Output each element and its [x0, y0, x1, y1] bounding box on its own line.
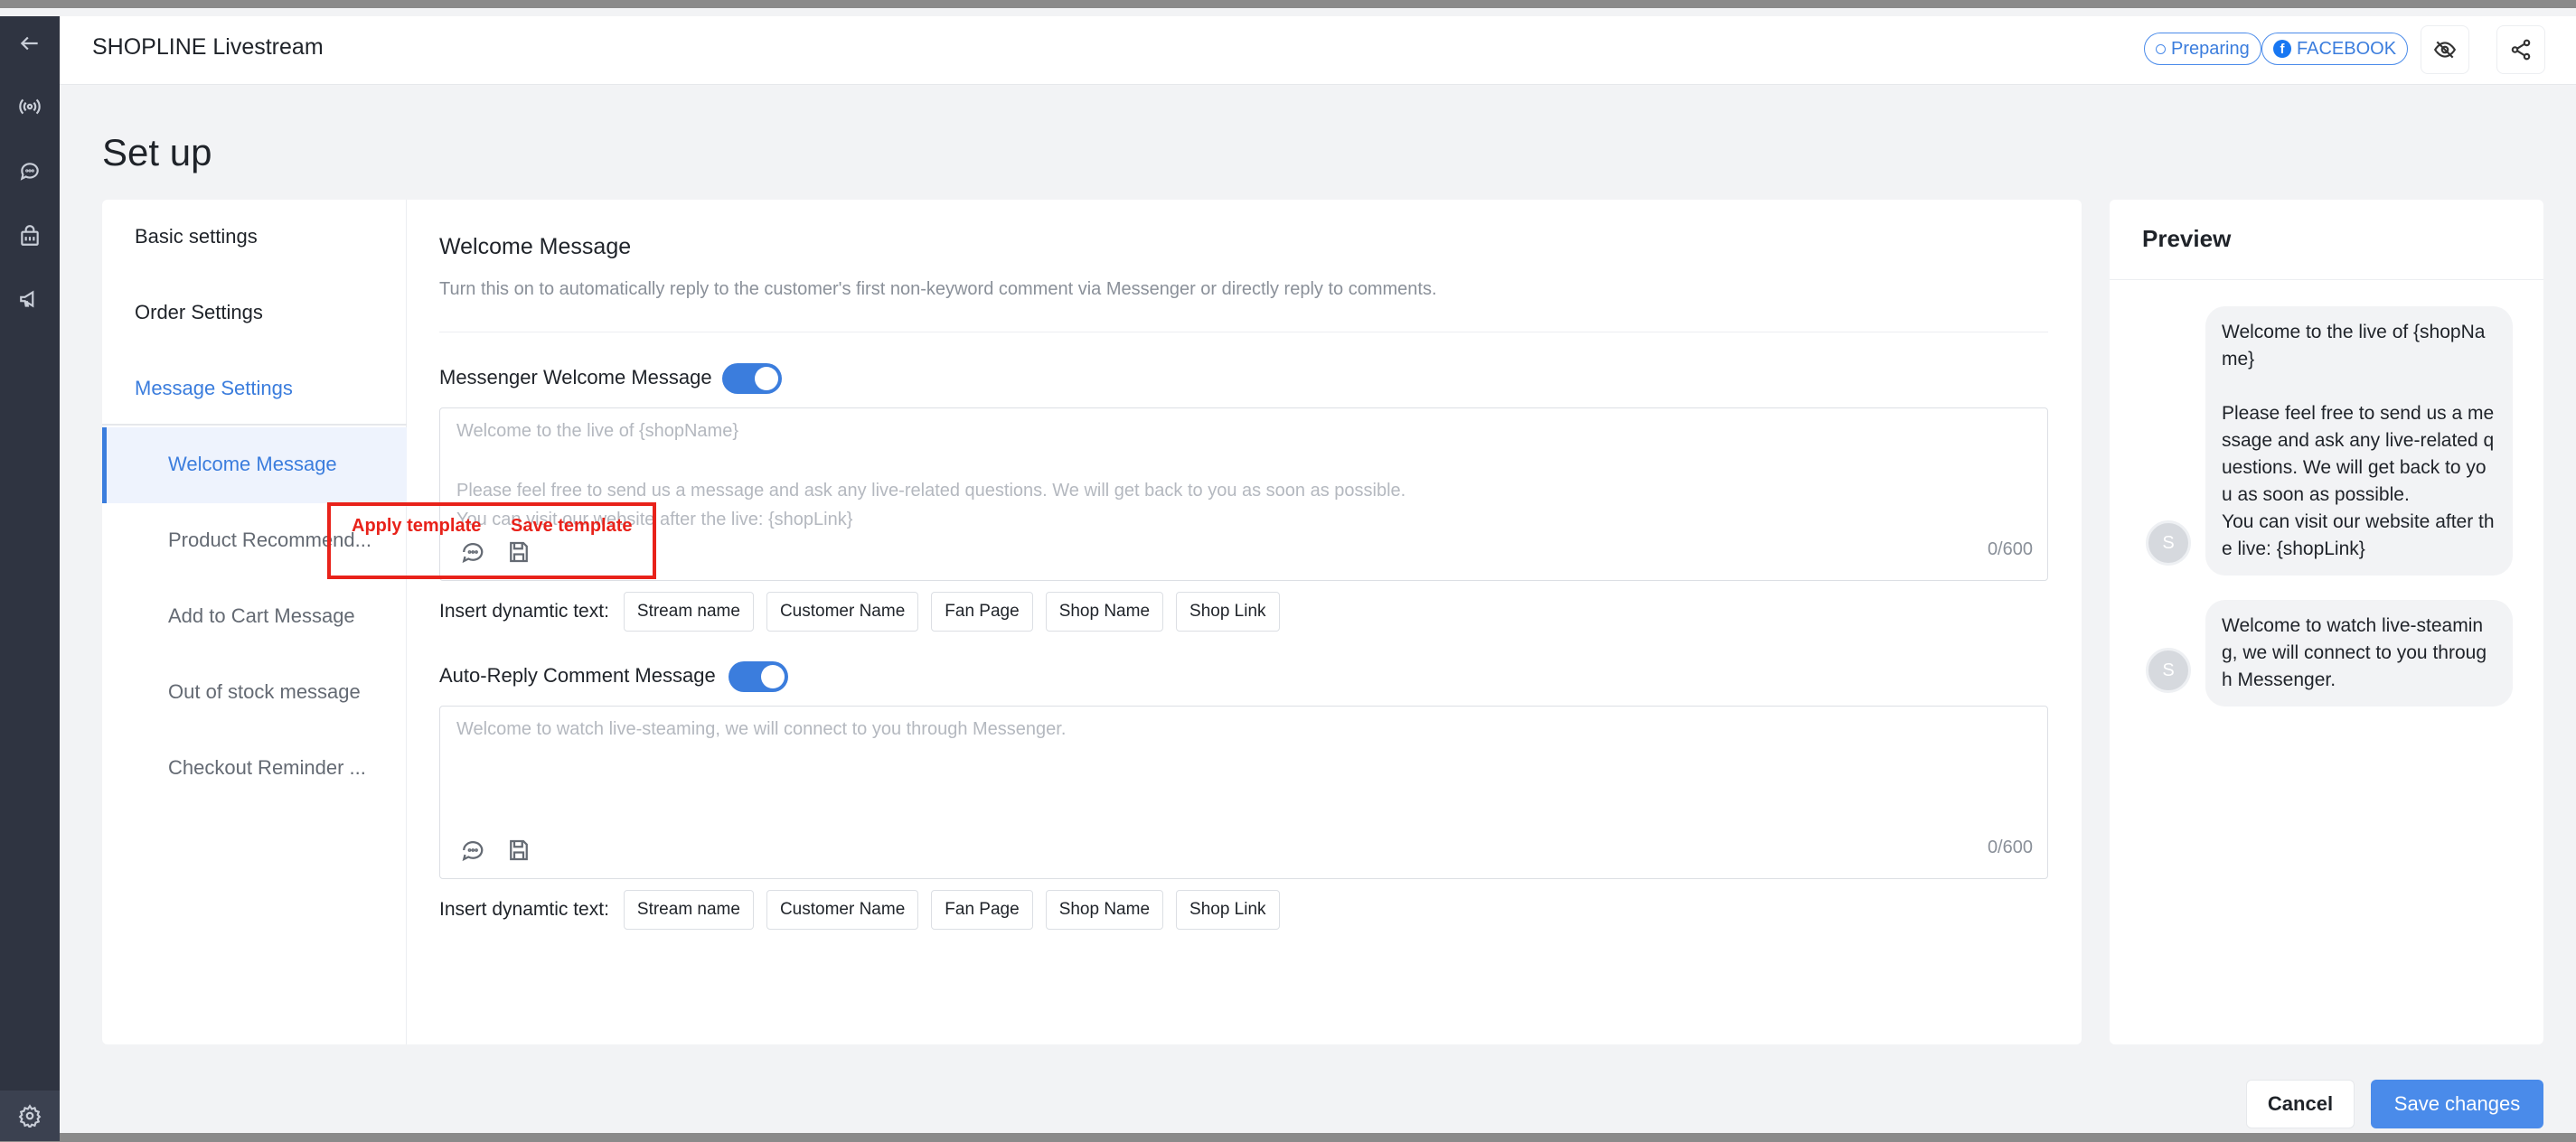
save-template-icon[interactable]	[503, 835, 534, 866]
settings-card: Basic settings Order Settings Message Se…	[102, 200, 2082, 1044]
preview-card: Preview S Welcome to the live of {shopNa…	[2110, 200, 2543, 1044]
auto-reply-textarea[interactable]: Welcome to watch live-steaming, we will …	[439, 706, 2048, 879]
annotation-apply-template: Apply template	[352, 516, 482, 536]
chat-icon[interactable]	[8, 149, 52, 192]
nav-item-message-settings[interactable]: Message Settings	[135, 377, 293, 400]
auto-reply-char-count: 0/600	[1987, 838, 2033, 857]
back-arrow-icon[interactable]	[8, 22, 52, 65]
eye-off-icon	[2433, 41, 2457, 59]
preview-bubble-auto-reply: Welcome to watch live-steaming, we will …	[2205, 600, 2513, 707]
platform-badge: f FACEBOOK	[2261, 33, 2409, 65]
messenger-welcome-toggle[interactable]	[722, 363, 782, 394]
top-bar: SHOPLINE Livestream Preparing f FACEBOOK	[60, 16, 2576, 85]
section-title: Welcome Message	[439, 234, 632, 259]
chip-customer-name[interactable]: Customer Name	[766, 592, 919, 632]
nav-sub-welcome-message[interactable]: Welcome Message	[168, 453, 385, 476]
chip-fan-page[interactable]: Fan Page	[931, 592, 1033, 632]
annotation-save-template: Save template	[511, 516, 633, 536]
chip-shop-name[interactable]: Shop Name	[1045, 890, 1164, 930]
save-changes-button[interactable]: Save changes	[2371, 1080, 2543, 1128]
share-icon	[2511, 39, 2531, 61]
left-rail	[0, 16, 60, 1141]
auto-reply-insert-row: Insert dynamtic text: Stream name Custom…	[439, 890, 1280, 930]
gear-icon[interactable]	[0, 1091, 60, 1141]
status-badge: Preparing	[2144, 33, 2261, 65]
settings-nav: Basic settings Order Settings Message Se…	[102, 200, 407, 1044]
messenger-insert-row: Insert dynamtic text: Stream name Custom…	[439, 592, 1280, 632]
messenger-welcome-label: Messenger Welcome Message	[439, 366, 712, 388]
nav-item-basic-settings[interactable]: Basic settings	[135, 225, 258, 248]
share-button[interactable]	[2496, 25, 2545, 74]
chip-stream-name[interactable]: Stream name	[623, 592, 754, 632]
cancel-button[interactable]: Cancel	[2246, 1080, 2355, 1128]
app-title: SHOPLINE Livestream	[92, 34, 324, 60]
auto-reply-label: Auto-Reply Comment Message	[439, 664, 716, 687]
nav-sub-out-of-stock[interactable]: Out of stock message	[168, 680, 385, 704]
chip-fan-page[interactable]: Fan Page	[931, 890, 1033, 930]
preview-divider	[2110, 279, 2543, 280]
messenger-placeholder-line1: Welcome to the live of {shopName}	[456, 421, 739, 441]
nav-item-order-settings[interactable]: Order Settings	[135, 301, 263, 324]
insert-dynamic-label: Insert dynamtic text:	[439, 899, 609, 920]
auto-reply-placeholder: Welcome to watch live-steaming, we will …	[456, 719, 1067, 739]
app-window: SHOPLINE Livestream Preparing f FACEBOOK…	[0, 0, 2576, 1142]
apply-template-icon[interactable]	[456, 835, 487, 866]
chip-shop-link[interactable]: Shop Link	[1176, 592, 1280, 632]
preview-title: Preview	[2142, 225, 2232, 252]
messenger-welcome-textarea[interactable]: Welcome to the live of {shopName} Please…	[439, 407, 2048, 581]
chip-stream-name[interactable]: Stream name	[623, 890, 754, 930]
avatar: S	[2146, 648, 2191, 693]
preview-bubble-messenger: Welcome to the live of {shopName} Please…	[2205, 306, 2513, 576]
annotation-box	[327, 502, 656, 579]
nav-sub-add-to-cart[interactable]: Add to Cart Message	[168, 604, 385, 628]
page-title: Set up	[102, 131, 212, 173]
chip-customer-name[interactable]: Customer Name	[766, 890, 919, 930]
messenger-placeholder-line2: Please feel free to send us a message an…	[456, 481, 1406, 501]
status-dot-icon	[2156, 43, 2166, 54]
broadcast-icon[interactable]	[8, 85, 52, 128]
section-description: Turn this on to automatically reply to t…	[439, 279, 1437, 299]
platform-badge-label: FACEBOOK	[2297, 38, 2397, 59]
insert-dynamic-label: Insert dynamtic text:	[439, 601, 609, 622]
hide-eye-button[interactable]	[2421, 25, 2469, 74]
nav-sub-checkout-reminder[interactable]: Checkout Reminder ...	[168, 756, 385, 780]
nav-divider	[102, 424, 407, 426]
shopping-bag-icon[interactable]	[8, 214, 52, 257]
status-badge-label: Preparing	[2171, 38, 2250, 59]
chip-shop-link[interactable]: Shop Link	[1176, 890, 1280, 930]
megaphone-icon[interactable]	[8, 277, 52, 321]
facebook-icon: f	[2273, 40, 2291, 58]
avatar: S	[2146, 520, 2191, 566]
auto-reply-toggle[interactable]	[729, 661, 788, 692]
messenger-char-count: 0/600	[1987, 539, 2033, 559]
chip-shop-name[interactable]: Shop Name	[1045, 592, 1164, 632]
